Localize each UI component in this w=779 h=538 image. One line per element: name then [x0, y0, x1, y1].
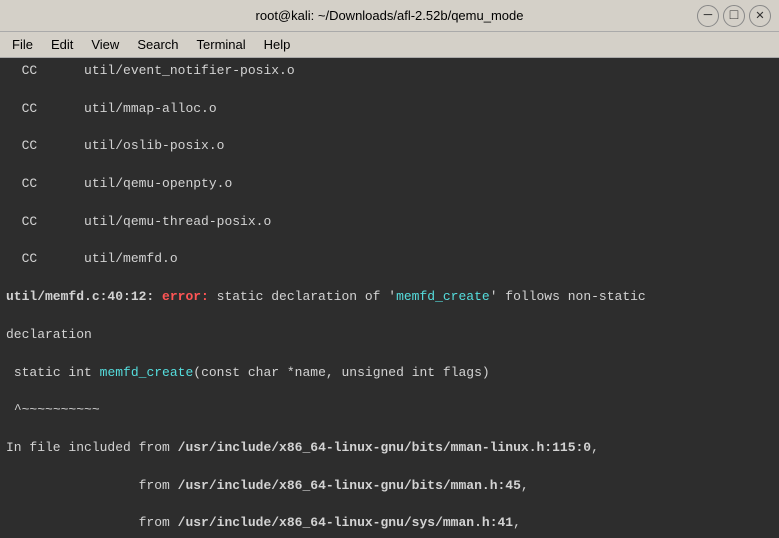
line: from /usr/include/x86_64-linux-gnu/sys/m…: [6, 514, 773, 533]
menu-help[interactable]: Help: [256, 35, 299, 54]
menubar: File Edit View Search Terminal Help: [0, 32, 779, 58]
window-controls: ─ □ ✕: [697, 5, 771, 27]
menu-edit[interactable]: Edit: [43, 35, 81, 54]
window-title: root@kali: ~/Downloads/afl-2.52b/qemu_mo…: [256, 8, 524, 23]
close-button[interactable]: ✕: [749, 5, 771, 27]
line: In file included from /usr/include/x86_6…: [6, 439, 773, 458]
line: CC util/qemu-openpty.o: [6, 175, 773, 194]
line: ^~~~~~~~~~~: [6, 401, 773, 420]
line: CC util/mmap-alloc.o: [6, 100, 773, 119]
line: CC util/oslib-posix.o: [6, 137, 773, 156]
menu-file[interactable]: File: [4, 35, 41, 54]
menu-terminal[interactable]: Terminal: [189, 35, 254, 54]
line: CC util/qemu-thread-posix.o: [6, 213, 773, 232]
minimize-button[interactable]: ─: [697, 5, 719, 27]
line: declaration: [6, 326, 773, 345]
menu-search[interactable]: Search: [129, 35, 186, 54]
maximize-button[interactable]: □: [723, 5, 745, 27]
terminal-output[interactable]: CC util/event_notifier-posix.o CC util/m…: [0, 58, 779, 538]
titlebar: root@kali: ~/Downloads/afl-2.52b/qemu_mo…: [0, 0, 779, 32]
line: CC util/event_notifier-posix.o: [6, 62, 773, 81]
line: from /usr/include/x86_64-linux-gnu/bits/…: [6, 477, 773, 496]
line: CC util/memfd.o: [6, 250, 773, 269]
error-line: util/memfd.c:40:12: error: static declar…: [6, 288, 773, 307]
line: static int memfd_create(const char *name…: [6, 364, 773, 383]
menu-view[interactable]: View: [83, 35, 127, 54]
